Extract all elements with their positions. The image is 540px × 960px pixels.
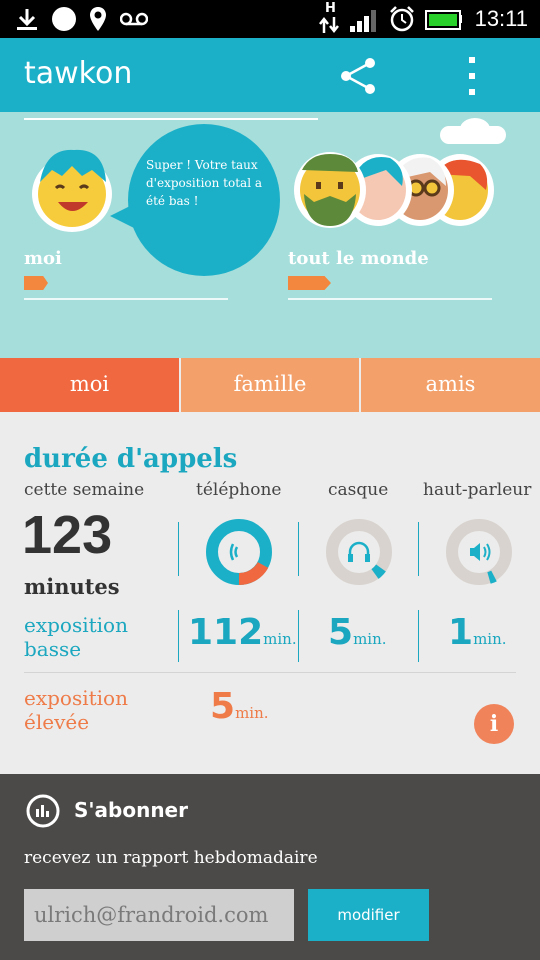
everyone-exposure-track bbox=[288, 298, 492, 300]
exposure-summary-panel: Super ! Votre taux d'exposition total a … bbox=[0, 112, 540, 358]
alarm-icon bbox=[390, 6, 414, 32]
divider bbox=[24, 672, 516, 673]
column-headset-label: casque bbox=[328, 480, 389, 500]
network-type-label: H bbox=[325, 1, 336, 16]
data-arrows-icon bbox=[319, 16, 339, 34]
everyone-exposure-level bbox=[288, 276, 331, 290]
phone-gauge bbox=[206, 519, 272, 585]
me-label: moi bbox=[24, 248, 62, 269]
low-headset-value: 5min. bbox=[328, 612, 387, 653]
overflow-menu-icon[interactable] bbox=[462, 54, 482, 98]
voicemail-icon bbox=[120, 12, 148, 26]
high-exposure-number: 5 bbox=[210, 686, 236, 727]
status-bar: H 13:11 bbox=[0, 0, 540, 38]
total-minutes-unit: minutes bbox=[24, 574, 120, 599]
column-phone-label: téléphone bbox=[196, 480, 282, 500]
report-chart-icon bbox=[26, 794, 60, 828]
headset-gauge bbox=[326, 519, 392, 585]
download-icon bbox=[17, 9, 37, 30]
divider bbox=[24, 118, 318, 120]
speaker-icon bbox=[470, 543, 480, 561]
messenger-icon bbox=[52, 7, 76, 31]
speech-text: Super ! Votre taux d'exposition total a … bbox=[146, 158, 263, 208]
unit-label: min. bbox=[235, 704, 269, 722]
tab-amis[interactable]: amis bbox=[361, 358, 540, 412]
low-phone-number: 112 bbox=[188, 612, 264, 653]
high-exposure-value: 5min. bbox=[210, 686, 269, 727]
high-exposure-label-line2: élevée bbox=[24, 710, 90, 734]
call-duration-panel: durée d'appels cette semaine téléphone c… bbox=[0, 412, 540, 774]
low-phone-value: 112min. bbox=[188, 612, 297, 653]
battery-icon bbox=[425, 10, 461, 30]
group-avatars-icon bbox=[294, 152, 494, 228]
total-minutes-value: 123 bbox=[22, 505, 113, 565]
email-field[interactable]: ulrich@frandroid.com bbox=[24, 889, 294, 941]
low-speaker-number: 1 bbox=[448, 612, 474, 653]
clock: 13:11 bbox=[474, 6, 528, 31]
speaker-gauge bbox=[446, 519, 512, 585]
column-speaker-label: haut-parleur bbox=[423, 480, 532, 500]
tab-bar: moi famille amis bbox=[0, 358, 540, 424]
subscribe-title: S'abonner bbox=[74, 798, 188, 822]
tab-moi[interactable]: moi bbox=[0, 358, 179, 412]
unit-label: min. bbox=[473, 630, 507, 648]
period-label: cette semaine bbox=[24, 480, 145, 500]
low-exposure-label-line1: exposition bbox=[24, 613, 128, 637]
modify-button[interactable]: modifier bbox=[308, 889, 429, 941]
low-speaker-value: 1min. bbox=[448, 612, 507, 653]
subscribe-panel: S'abonner recevez un rapport hebdomadair… bbox=[0, 774, 540, 960]
location-icon bbox=[90, 7, 106, 31]
info-button[interactable]: i bbox=[474, 704, 514, 744]
low-headset-number: 5 bbox=[328, 612, 354, 653]
subscribe-subtitle: recevez un rapport hebdomadaire bbox=[24, 848, 318, 868]
unit-label: min. bbox=[263, 630, 297, 648]
phone-signal-icon bbox=[229, 543, 239, 561]
app-title: tawkon bbox=[24, 56, 133, 91]
section-title: durée d'appels bbox=[24, 444, 238, 474]
share-icon[interactable] bbox=[338, 55, 380, 97]
low-exposure-label-line2: basse bbox=[24, 637, 82, 661]
app-bar: tawkon bbox=[0, 38, 540, 112]
high-exposure-label-line1: exposition bbox=[24, 686, 128, 710]
everyone-label: tout le monde bbox=[288, 248, 429, 269]
user-avatar-icon bbox=[32, 149, 112, 232]
tab-famille[interactable]: famille bbox=[181, 358, 359, 412]
signal-icon bbox=[350, 10, 376, 32]
me-exposure-level bbox=[24, 276, 48, 290]
me-exposure-track bbox=[24, 298, 228, 300]
unit-label: min. bbox=[353, 630, 387, 648]
